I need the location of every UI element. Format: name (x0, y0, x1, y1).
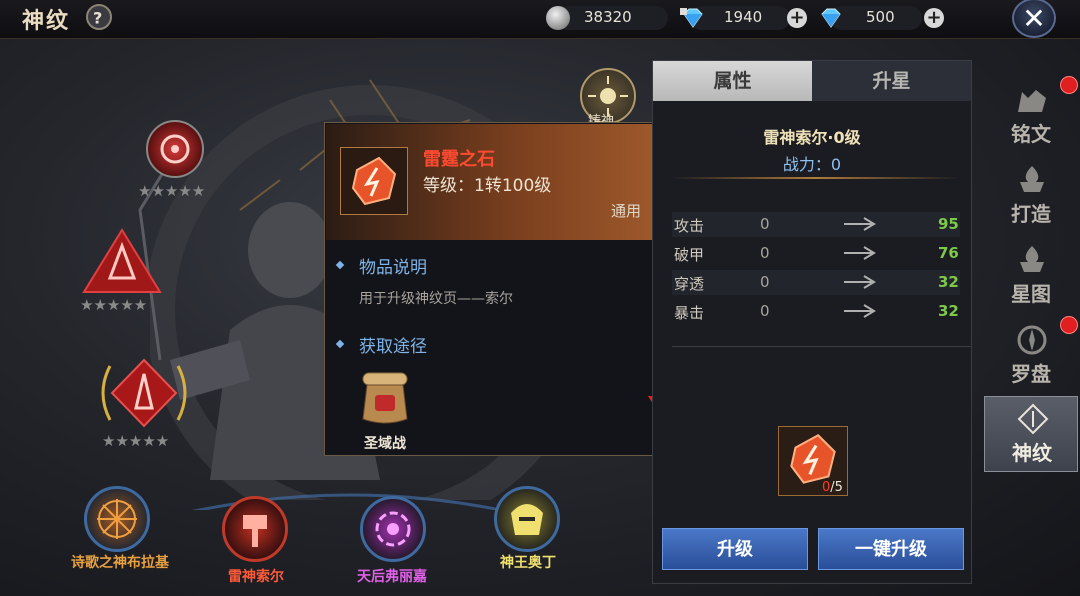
arrow-right-icon (844, 275, 876, 289)
stat-row-attack: 攻击 0 95 (672, 212, 960, 237)
bound-diamond-icon (680, 8, 703, 28)
stat-row-armor-break: 破甲 0 76 (672, 241, 960, 266)
wolf-icon (1018, 90, 1046, 112)
page-title: 神纹 (22, 9, 71, 34)
sidebar-item-label: 神纹 (1012, 441, 1052, 465)
question-icon: ? (93, 8, 103, 28)
compass-icon (1017, 325, 1047, 355)
hammer-icon (243, 515, 267, 547)
sidebar-item-label: 铭文 (1011, 122, 1051, 146)
thunder-stone-icon (351, 156, 397, 206)
tab-attributes[interactable]: 属性 (653, 61, 812, 101)
item-type: 通用 (611, 202, 642, 220)
stat-current: 0 (760, 215, 770, 233)
stat-name: 穿透 (674, 275, 705, 293)
sidebar-item-divine-rune[interactable]: 神纹 (984, 396, 1078, 472)
combat-power: 战力：0 (782, 155, 842, 174)
triskelion-icon (160, 134, 190, 164)
diamond-amount: 500 (866, 8, 895, 26)
selected-god-name: 雷神索尔·0级 (763, 128, 861, 147)
stat-next: 95 (938, 215, 959, 233)
upgrade-all-button[interactable]: 一键升级 (818, 528, 964, 570)
stat-name: 破甲 (674, 246, 705, 264)
arrow-right-icon (844, 246, 876, 260)
spiral-icon (375, 511, 411, 547)
silver-coin-icon (546, 6, 570, 30)
stat-row-penetration: 穿透 0 32 (672, 270, 960, 295)
stat-name: 攻击 (674, 217, 705, 235)
scroll-bag-icon[interactable] (357, 367, 413, 427)
desc-title: 物品说明 (359, 258, 427, 278)
stat-next: 76 (938, 244, 959, 262)
rune-node-2[interactable] (82, 228, 162, 294)
close-icon: ✕ (1022, 2, 1046, 35)
odin-helm-icon (511, 504, 543, 535)
god-frigg[interactable] (360, 496, 426, 562)
bound-diamond-amount: 1940 (724, 8, 763, 26)
god-odin[interactable] (494, 486, 560, 552)
source-name[interactable]: 圣域战 (359, 433, 411, 453)
add-bound-diamond-button[interactable]: + (787, 8, 807, 28)
arrow-right-icon (844, 304, 876, 318)
arrow-right-icon (844, 217, 876, 231)
notification-dot (1060, 76, 1078, 94)
diamond-bullet-icon (335, 260, 345, 270)
sidebar-item-label: 星图 (1011, 282, 1051, 306)
god-thor[interactable] (222, 496, 288, 562)
stat-next: 32 (938, 302, 959, 320)
god-bragi[interactable] (84, 486, 150, 552)
stat-next: 32 (938, 273, 959, 291)
item-name: 雷霆之石 (423, 149, 495, 170)
sidebar-item-star-map[interactable]: 星图 (984, 238, 1078, 314)
material-required: /5 (830, 480, 843, 495)
sidebar-item-forge[interactable]: 打造 (984, 158, 1078, 234)
god-odin-label: 神王奥丁 (500, 555, 556, 571)
source-title: 获取途径 (359, 337, 427, 357)
divider (672, 346, 972, 347)
stat-row-crit: 暴击 0 32 (672, 299, 960, 324)
upgrade-button[interactable]: 升级 (662, 528, 808, 570)
notification-dot (1060, 316, 1078, 334)
desc-text: 用于升级神纹页——索尔 (359, 291, 513, 307)
item-icon-frame (340, 147, 408, 215)
item-level: 等级：1转100级 (423, 176, 552, 196)
flame-anvil-icon (1020, 246, 1044, 272)
item-tooltip: 雷霆之石 等级：1转100级 通用 物品说明 用于升级神纹页——索尔 获取途径 … (324, 122, 670, 456)
material-count: 0/5 (822, 480, 843, 495)
flame-anvil-icon (1020, 166, 1044, 192)
rune-node-1[interactable] (146, 120, 204, 178)
rune-3-stars: ★★★★★ (102, 432, 170, 450)
sidebar-item-label: 罗盘 (1011, 362, 1051, 386)
rune-diamond-icon (1017, 403, 1049, 435)
stat-current: 0 (760, 302, 770, 320)
sidebar-item-label: 打造 (1011, 202, 1051, 226)
diamond-icon (821, 8, 841, 28)
diamond-bullet-icon (335, 339, 345, 349)
add-diamond-button[interactable]: + (924, 8, 944, 28)
rune-2-stars: ★★★★★ (80, 296, 148, 314)
rune-node-3[interactable] (96, 358, 192, 428)
divider (670, 177, 960, 179)
stat-current: 0 (760, 244, 770, 262)
tab-star-up[interactable]: 升星 (812, 61, 971, 101)
stat-name: 暴击 (674, 304, 705, 322)
vegvisir-icon (97, 499, 137, 539)
silver-amount: 38320 (584, 8, 632, 26)
stat-current: 0 (760, 273, 770, 291)
rune-1-stars: ★★★★★ (138, 182, 206, 200)
